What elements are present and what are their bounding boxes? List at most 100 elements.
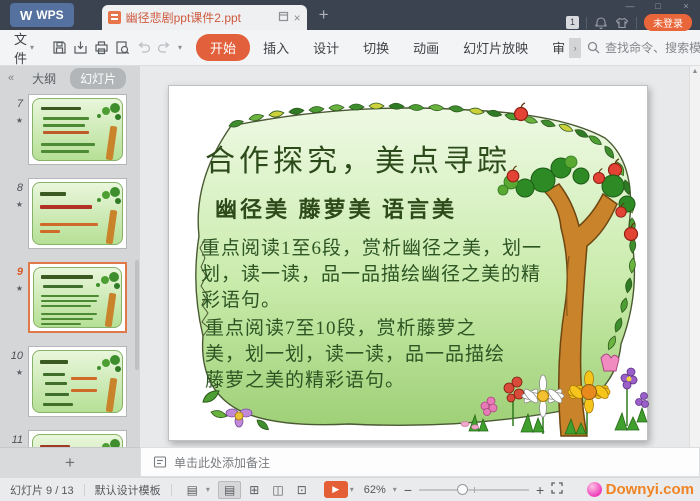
add-slide-strip: +: [0, 447, 140, 477]
new-tab-button[interactable]: +: [319, 5, 329, 25]
ribbon-tab-scroll-button[interactable]: ›: [569, 38, 581, 58]
play-options-caret-icon[interactable]: ▾: [350, 485, 354, 494]
zoom-controls: 62% ▾ − +: [364, 482, 563, 498]
animation-star-icon: ★: [0, 284, 23, 293]
save-button[interactable]: [52, 37, 67, 59]
statusbar-divider: [171, 484, 172, 496]
statusbar: 幻灯片 9 / 13 默认设计模板 ▤ ▾ ▤ ⊞ ◫ ⊡ ▶ ▾ 62% ▾ …: [0, 477, 700, 501]
ribbon: 文件 ▾ ▾ 开始 插入 设计 切换 动画 幻灯片放映 审 › 查找命令、搜索模…: [0, 30, 700, 66]
bottom-band: + 单击此处添加备注: [0, 447, 700, 477]
thumbnail-art: [32, 98, 123, 161]
chevron-down-icon[interactable]: ▾: [206, 485, 210, 494]
slide-paragraph-2[interactable]: 重点阅读7至10段，赏析藤萝之美，划一划，读一读，品一品描绘藤萝之美的精彩语句。: [205, 316, 511, 394]
scroll-up-icon[interactable]: ▲: [690, 68, 700, 75]
sidebar-collapse-icon[interactable]: «: [8, 72, 14, 84]
sidebar-scrollbar[interactable]: [135, 260, 139, 370]
slide-number: 11: [12, 434, 23, 446]
slide-paragraph-1[interactable]: 重点阅读1至6段，赏析幽径之美，划一划，读一读，品一品描绘幽径之美的精彩语句。: [201, 236, 553, 314]
tab-title: 幽径悲剧ppt课件2.ppt: [126, 9, 273, 26]
tab-transitions[interactable]: 切换: [352, 34, 400, 61]
document-tab[interactable]: 幽径悲剧ppt课件2.ppt ×: [102, 5, 307, 30]
tab-insert[interactable]: 插入: [252, 34, 300, 61]
zoom-in-button[interactable]: +: [536, 482, 544, 498]
tab-design[interactable]: 设计: [302, 34, 350, 61]
notification-bell-icon[interactable]: [594, 16, 608, 30]
slide-panel-sidebar: « 大纲 幻灯片 7 ★ 8 ★: [0, 66, 140, 447]
animation-star-icon: ★: [0, 116, 23, 125]
window-close-button[interactable]: ×: [672, 0, 700, 13]
login-button[interactable]: 未登录: [644, 14, 692, 31]
tab-home[interactable]: 开始: [196, 34, 250, 61]
view-slideshow-button[interactable]: ⊡: [292, 482, 312, 498]
play-slideshow-button[interactable]: ▶: [324, 481, 348, 498]
canvas-scrollbar[interactable]: ▲: [689, 66, 700, 447]
zoom-tick: [474, 487, 475, 493]
notes-bar[interactable]: 单击此处添加备注: [140, 447, 700, 477]
thumbnail-art: [32, 350, 123, 413]
notes-toggle-button[interactable]: ▤: [182, 482, 203, 498]
chevron-down-icon: ▾: [30, 43, 34, 52]
slide-thumbnail-10[interactable]: 10 ★: [0, 346, 130, 417]
file-menu-button[interactable]: 文件 ▾: [14, 29, 34, 67]
search-icon: [587, 41, 600, 54]
wps-logo-label: WPS: [36, 8, 63, 22]
zoom-slider-handle[interactable]: [457, 484, 468, 495]
slide-thumbnail-list: 7 ★ 8 ★: [0, 90, 140, 447]
notes-placeholder: 单击此处添加备注: [174, 454, 270, 471]
pin-tab-icon[interactable]: [278, 11, 289, 25]
slide-thumbnail-7[interactable]: 7 ★: [0, 94, 130, 165]
view-reading-button[interactable]: ◫: [267, 482, 288, 498]
watermark: Downyi.com: [587, 481, 694, 498]
wps-logo-button[interactable]: W WPS: [10, 3, 74, 27]
thumbnail-art: [32, 182, 123, 245]
slide-counter: 幻灯片 9 / 13: [10, 482, 74, 498]
fit-to-window-button[interactable]: [551, 482, 563, 497]
tab-slideshow[interactable]: 幻灯片放映: [452, 34, 539, 61]
titlebar: W WPS 幽径悲剧ppt课件2.ppt × + — □ × 1 未登录: [0, 0, 700, 30]
skin-shirt-icon[interactable]: [615, 16, 629, 30]
undo-button[interactable]: [136, 37, 151, 59]
thumbnail-art: [32, 434, 123, 447]
view-normal-button[interactable]: ▤: [218, 481, 241, 499]
search-placeholder: 查找命令、搜索模板: [605, 39, 700, 56]
view-slide-sorter-button[interactable]: ⊞: [244, 482, 264, 498]
main-area: « 大纲 幻灯片 7 ★ 8 ★: [0, 66, 700, 447]
slide-thumbnail-8[interactable]: 8 ★: [0, 178, 130, 249]
thumbnail-art: [33, 267, 122, 328]
minimize-button[interactable]: —: [616, 0, 644, 13]
slide-canvas-area: 合作探究，美点寻踪 幽径美 藤萝美 语言美 重点阅读1至6段，赏析幽径之美，划一…: [140, 66, 700, 447]
slide-number: 9: [17, 266, 23, 278]
notes-icon: [153, 455, 167, 469]
print-preview-button[interactable]: [115, 37, 130, 59]
titlebar-divider: [586, 17, 587, 29]
message-count-badge[interactable]: 1: [566, 16, 579, 29]
export-button[interactable]: [73, 37, 88, 59]
zoom-caret-icon[interactable]: ▾: [393, 485, 397, 494]
slide-subtitle-text[interactable]: 幽径美 藤萝美 语言美: [215, 192, 457, 224]
statusbar-divider: [84, 484, 85, 496]
tab-review[interactable]: 审: [541, 34, 567, 61]
zoom-out-button[interactable]: −: [404, 482, 412, 498]
ppt-file-icon: [108, 11, 121, 24]
file-menu-label: 文件: [14, 29, 27, 67]
slide-number: 7: [17, 98, 23, 110]
print-button[interactable]: [94, 37, 109, 59]
toolbar-more-caret-icon[interactable]: ▾: [178, 43, 182, 52]
slide-thumbnail-9-selected[interactable]: 9 ★: [0, 262, 130, 333]
command-search-box[interactable]: 查找命令、搜索模板: [587, 39, 700, 56]
tab-outline[interactable]: 大纲: [32, 70, 56, 87]
maximize-button[interactable]: □: [644, 0, 672, 13]
zoom-percent-label[interactable]: 62%: [364, 484, 386, 496]
add-slide-button[interactable]: +: [65, 453, 75, 473]
watermark-logo-icon: [587, 482, 602, 497]
zoom-slider[interactable]: [419, 489, 529, 491]
tab-animation[interactable]: 动画: [402, 34, 450, 61]
ribbon-tabs: 开始 插入 设计 切换 动画 幻灯片放映 审 ›: [196, 34, 581, 61]
redo-button[interactable]: [157, 37, 172, 59]
tab-close-icon[interactable]: ×: [294, 11, 301, 25]
slide-thumbnail-11[interactable]: 11 ★: [0, 430, 130, 447]
template-name-button[interactable]: 默认设计模板: [95, 482, 161, 498]
slide-canvas[interactable]: 合作探究，美点寻踪 幽径美 藤萝美 语言美 重点阅读1至6段，赏析幽径之美，划一…: [168, 85, 648, 441]
tab-slides[interactable]: 幻灯片: [70, 68, 126, 89]
slide-title-text[interactable]: 合作探究，美点寻踪: [205, 136, 511, 180]
